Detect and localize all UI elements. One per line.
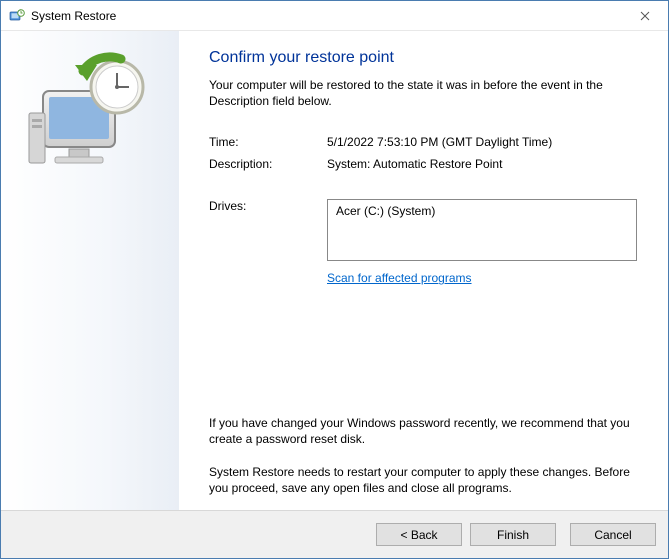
finish-button[interactable]: Finish: [470, 523, 556, 546]
drives-list: Acer (C:) (System): [327, 199, 637, 261]
page-subtext: Your computer will be restored to the st…: [209, 77, 648, 109]
titlebar: System Restore: [1, 1, 668, 31]
drives-label: Drives:: [209, 199, 327, 261]
drives-row: Drives: Acer (C:) (System): [209, 199, 648, 261]
notes: If you have changed your Windows passwor…: [209, 415, 648, 496]
sidebar: [1, 31, 179, 510]
back-button[interactable]: < Back: [376, 523, 462, 546]
page-heading: Confirm your restore point: [209, 49, 648, 67]
app-icon: [9, 8, 25, 24]
description-value: System: Automatic Restore Point: [327, 157, 648, 171]
close-icon: [640, 11, 650, 21]
time-value: 5/1/2022 7:53:10 PM (GMT Daylight Time): [327, 135, 648, 149]
time-label: Time:: [209, 135, 327, 149]
password-note: If you have changed your Windows passwor…: [209, 415, 648, 447]
body: Confirm your restore point Your computer…: [1, 31, 668, 510]
system-restore-window: System Restore: [0, 0, 669, 559]
restart-note: System Restore needs to restart your com…: [209, 464, 648, 496]
drive-item: Acer (C:) (System): [336, 204, 628, 218]
system-restore-icon: [25, 51, 155, 181]
main-content: Confirm your restore point Your computer…: [179, 31, 668, 510]
cancel-button[interactable]: Cancel: [570, 523, 656, 546]
description-label: Description:: [209, 157, 327, 171]
close-button[interactable]: [622, 1, 668, 31]
footer: < Back Finish Cancel: [1, 510, 668, 558]
window-title: System Restore: [31, 9, 622, 23]
description-row: Description: System: Automatic Restore P…: [209, 157, 648, 171]
scan-affected-programs-link[interactable]: Scan for affected programs: [327, 271, 472, 285]
time-row: Time: 5/1/2022 7:53:10 PM (GMT Daylight …: [209, 135, 648, 149]
